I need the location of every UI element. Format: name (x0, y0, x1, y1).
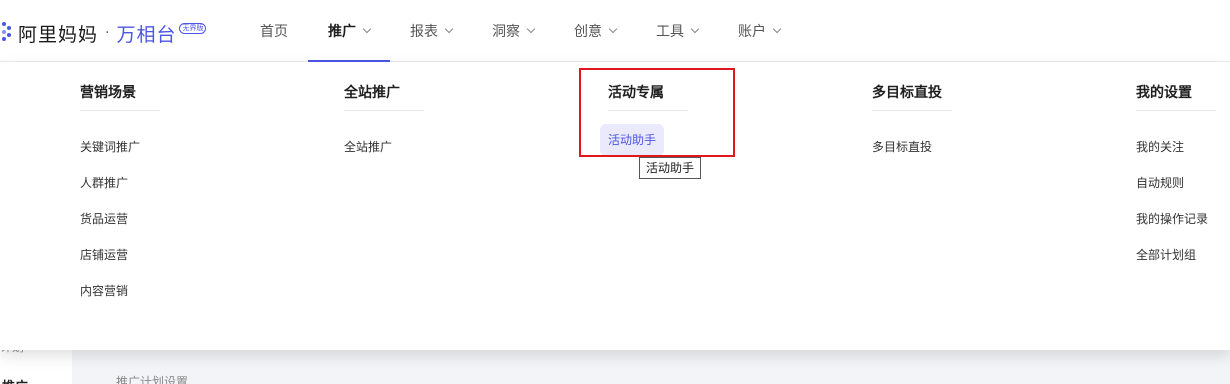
menu-column-title: 我的设置 (1136, 82, 1216, 111)
chevron-down-icon (772, 24, 782, 34)
menu-column-multi-goal: 多目标直投 多目标直投 (872, 82, 952, 165)
menu-column-settings: 我的设置 我的关注 自动规则 我的操作记录 全部计划组 (1136, 82, 1216, 273)
menu-column-scenarios: 营销场景 关键词推广 人群推广 货品运营 店铺运营 内容营销 (80, 82, 160, 309)
nav-reports[interactable]: 报表 (390, 0, 472, 62)
nav-label: 创意 (574, 24, 602, 40)
menu-item-multi-goal-delivery[interactable]: 多目标直投 (872, 129, 952, 165)
chevron-down-icon (526, 24, 536, 34)
sidebar-title[interactable]: 推广 (2, 376, 28, 384)
menu-item-content-marketing[interactable]: 内容营销 (80, 273, 160, 309)
product-name: 万相台 (116, 23, 177, 46)
chevron-down-icon (362, 24, 372, 34)
menu-item-keyword-promotion[interactable]: 关键词推广 (80, 129, 160, 165)
menu-item-audience-promotion[interactable]: 人群推广 (80, 165, 160, 201)
menu-item-store-operation[interactable]: 店铺运营 (80, 237, 160, 273)
edition-badge: 无界版 (179, 22, 207, 34)
nav-tools[interactable]: 工具 (636, 0, 718, 62)
menu-item-auto-rules[interactable]: 自动规则 (1136, 165, 1216, 201)
menu-column-title: 多目标直投 (872, 82, 952, 111)
menu-column-title: 营销场景 (80, 82, 160, 111)
chevron-down-icon (690, 24, 700, 34)
brand-separator: · (105, 25, 110, 41)
brand-logo[interactable]: 阿里妈妈 · 万相台 无界版 (0, 18, 207, 48)
menu-item-operation-log[interactable]: 我的操作记录 (1136, 201, 1216, 237)
menu-column-sitewide: 全站推广 全站推广 (344, 82, 424, 165)
nav-account[interactable]: 账户 (718, 0, 800, 62)
nav-label: 洞察 (492, 24, 520, 40)
nav-label: 报表 (410, 24, 438, 40)
nav-label: 账户 (738, 24, 766, 40)
chevron-down-icon (608, 24, 618, 34)
nav-promotion[interactable]: 推广 (308, 0, 390, 62)
menu-item-sitewide-promotion[interactable]: 全站推广 (344, 129, 424, 165)
menu-column-title: 全站推广 (344, 82, 424, 111)
nav-label: 工具 (656, 24, 684, 40)
menu-item-my-follows[interactable]: 我的关注 (1136, 129, 1216, 165)
annotation-highlight-box (579, 68, 735, 157)
nav-insights[interactable]: 洞察 (472, 0, 554, 62)
page-row-hint: 推广计划设置 (116, 375, 189, 384)
brand-name: 阿里妈妈 (18, 23, 99, 46)
menu-item-tooltip: 活动助手 (639, 157, 702, 179)
brand-mark-icon (0, 22, 12, 44)
chevron-down-icon (444, 24, 454, 34)
nav-label: 首页 (260, 24, 288, 40)
top-navbar: 阿里妈妈 · 万相台 无界版 首页 推广 报表 洞察 创意 工具 账户 (0, 0, 1230, 62)
menu-item-all-plan-groups[interactable]: 全部计划组 (1136, 237, 1216, 273)
menu-item-goods-operation[interactable]: 货品运营 (80, 201, 160, 237)
nav-creative[interactable]: 创意 (554, 0, 636, 62)
nav-home[interactable]: 首页 (240, 0, 308, 62)
main-nav: 首页 推广 报表 洞察 创意 工具 账户 (240, 0, 800, 62)
nav-label: 推广 (328, 24, 356, 40)
